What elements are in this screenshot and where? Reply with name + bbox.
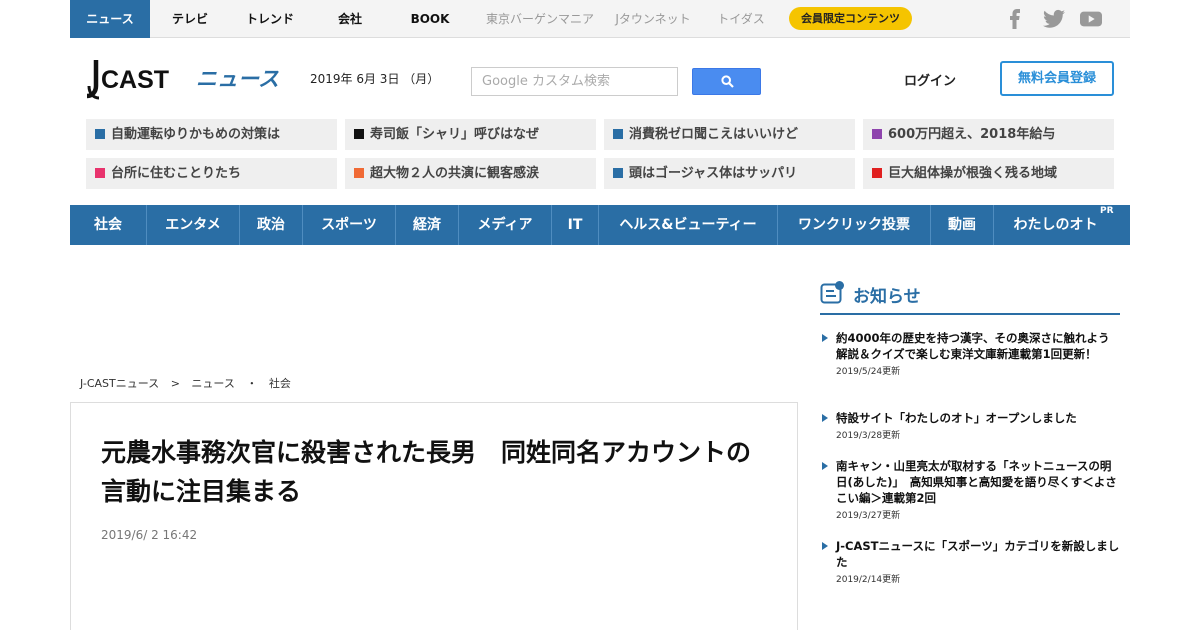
- bullet-square-icon: [95, 129, 105, 139]
- category-video[interactable]: 動画: [931, 205, 994, 245]
- tab-j-town-net[interactable]: Jタウンネット: [610, 0, 696, 38]
- search-icon: [721, 75, 734, 88]
- category-one-click-vote[interactable]: ワンクリック投票: [778, 205, 931, 245]
- tab-tv[interactable]: テレビ: [150, 0, 230, 38]
- pr-badge: PR: [1100, 206, 1114, 216]
- trending-item[interactable]: 台所に住むことりたち: [86, 158, 337, 189]
- notice-date: 2019/2/14更新: [836, 575, 901, 585]
- notice-date: 2019/3/27更新: [836, 511, 901, 521]
- breadcrumb-home[interactable]: J-CASTニュース: [80, 377, 159, 390]
- trending-item[interactable]: 超大物２人の共演に観客感涙: [345, 158, 596, 189]
- bullet-square-icon: [613, 168, 623, 178]
- breadcrumb-separator: >: [170, 377, 180, 390]
- article-title: 元農水事務次官に殺害された長男 同姓同名アカウントの言動に注目集まる: [101, 438, 752, 506]
- article-date: 2019/6/ 2 16:42: [101, 528, 198, 542]
- page: ニュース テレビ トレンド 会社 BOOK 東京バーゲンマニア Jタウンネット …: [0, 0, 1200, 630]
- bullet-square-icon: [613, 129, 623, 139]
- trending-label: 超大物２人の共演に観客感涙: [370, 166, 540, 181]
- tab-news[interactable]: ニュース: [70, 0, 150, 38]
- breadcrumb-news[interactable]: ニュース: [191, 377, 234, 390]
- notice-text[interactable]: 特設サイト「わたしのオト」オープンしました: [836, 410, 1120, 426]
- trending-label: 600万円超え、2018年給与: [888, 127, 1056, 142]
- category-economy[interactable]: 経済: [396, 205, 459, 245]
- tab-book[interactable]: BOOK: [390, 0, 470, 38]
- arrow-right-icon: [822, 414, 828, 422]
- notices-header: お知らせ: [820, 278, 1120, 315]
- category-entertainment[interactable]: エンタメ: [147, 205, 240, 245]
- svg-text:ニュース: ニュース: [196, 67, 279, 91]
- trending-item[interactable]: 消費税ゼロ聞こえはいいけど: [604, 119, 855, 150]
- top-nav-bar: ニュース テレビ トレンド 会社 BOOK 東京バーゲンマニア Jタウンネット …: [70, 0, 1130, 38]
- trending-item[interactable]: 頭はゴージャス体はサッパリ: [604, 158, 855, 189]
- category-society[interactable]: 社会: [70, 205, 147, 245]
- notice-text[interactable]: 約4000年の歴史を持つ漢字、その奥深さに触れよう 解説＆クイズで楽しむ東洋文庫…: [836, 330, 1121, 362]
- youtube-icon[interactable]: [1080, 9, 1102, 29]
- bullet-square-icon: [95, 168, 105, 178]
- trending-item[interactable]: 巨大組体操が根強く残る地域: [863, 158, 1114, 189]
- category-nav: 社会 エンタメ 政治 スポーツ 経済 メディア IT ヘルス&ビューティー ワン…: [70, 205, 1130, 245]
- notice-date: 2019/3/28更新: [836, 431, 901, 441]
- trending-label: 寿司飯「シャリ」呼びはなぜ: [370, 127, 540, 142]
- breadcrumb-separator: ・: [246, 377, 258, 390]
- category-media[interactable]: メディア: [459, 205, 552, 245]
- trending-label: 消費税ゼロ聞こえはいいけど: [629, 127, 799, 142]
- trending-item[interactable]: 自動運転ゆりかもめの対策は: [86, 119, 337, 150]
- tab-toidas[interactable]: トイダス: [696, 0, 786, 38]
- notice-item[interactable]: J-CASTニュースに「スポーツ」カテゴリを新設しました 2019/2/14更新: [820, 538, 1120, 585]
- trending-item[interactable]: 600万円超え、2018年給与: [863, 119, 1114, 150]
- jcast-news-logo[interactable]: CAST ニュース: [84, 58, 284, 102]
- bullet-square-icon: [354, 168, 364, 178]
- members-only-pill[interactable]: 会員限定コンテンツ: [789, 7, 912, 30]
- tab-bargain-mania[interactable]: 東京バーゲンマニア: [470, 0, 610, 38]
- category-it[interactable]: IT: [552, 205, 599, 245]
- trending-label: 台所に住むことりたち: [111, 166, 242, 181]
- current-date: 2019年 6月 3日 （月）: [310, 72, 440, 86]
- notice-date: 2019/5/24更新: [836, 367, 901, 377]
- notice-item[interactable]: 南キャン・山里亮太が取材する「ネットニュースの明日(あした)」 高知県知事と高知…: [820, 458, 1120, 521]
- bullet-square-icon: [872, 129, 882, 139]
- login-link[interactable]: ログイン: [904, 70, 956, 89]
- breadcrumb-society[interactable]: 社会: [269, 377, 291, 390]
- bullet-square-icon: [872, 168, 882, 178]
- notice-text[interactable]: J-CASTニュースに「スポーツ」カテゴリを新設しました: [836, 538, 1120, 570]
- bullet-square-icon: [354, 129, 364, 139]
- trending-label: 巨大組体操が根強く残る地域: [888, 166, 1058, 181]
- breadcrumb: J-CASTニュース > ニュース ・ 社会: [80, 375, 299, 391]
- notice-item[interactable]: 約4000年の歴史を持つ漢字、その奥深さに触れよう 解説＆クイズで楽しむ東洋文庫…: [820, 330, 1121, 377]
- tab-trend[interactable]: トレンド: [230, 0, 310, 38]
- category-sports[interactable]: スポーツ: [303, 205, 396, 245]
- notices-title: お知らせ: [853, 287, 921, 307]
- notice-icon: [820, 281, 844, 304]
- facebook-icon[interactable]: [1008, 9, 1022, 29]
- trending-label: 頭はゴージャス体はサッパリ: [629, 166, 798, 181]
- category-watashi-no-oto[interactable]: わたしのオト: [994, 205, 1117, 245]
- notice-text[interactable]: 南キャン・山里亮太が取材する「ネットニュースの明日(あした)」 高知県知事と高知…: [836, 458, 1120, 506]
- category-health-beauty[interactable]: ヘルス&ビューティー: [599, 205, 778, 245]
- trending-item[interactable]: 寿司飯「シャリ」呼びはなぜ: [345, 119, 596, 150]
- register-button[interactable]: 無料会員登録: [1000, 61, 1114, 96]
- search-input[interactable]: [471, 67, 678, 96]
- svg-text:CAST: CAST: [101, 66, 169, 94]
- category-politics[interactable]: 政治: [240, 205, 303, 245]
- search-button[interactable]: [692, 68, 761, 95]
- twitter-icon[interactable]: [1043, 9, 1065, 29]
- arrow-right-icon: [822, 542, 828, 550]
- trending-label: 自動運転ゆりかもめの対策は: [111, 127, 281, 142]
- tab-company[interactable]: 会社: [310, 0, 390, 38]
- arrow-right-icon: [822, 462, 828, 470]
- article-card: 元農水事務次官に殺害された長男 同姓同名アカウントの言動に注目集まる 2019/…: [70, 402, 798, 630]
- arrow-right-icon: [822, 334, 828, 342]
- notice-item[interactable]: 特設サイト「わたしのオト」オープンしました 2019/3/28更新: [820, 410, 1120, 441]
